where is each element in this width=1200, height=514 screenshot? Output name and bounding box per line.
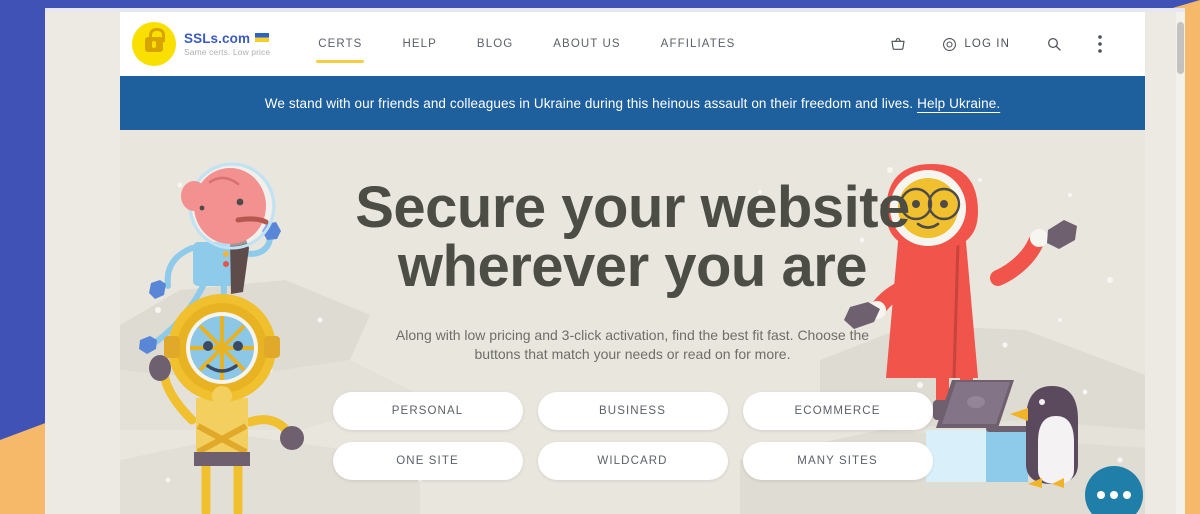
site-logo[interactable]: SSLs.com Same certs. Low price (132, 22, 270, 66)
padlock-icon (132, 22, 176, 66)
header-actions: LOG IN (872, 12, 1120, 76)
shopping-basket-icon (890, 36, 906, 52)
hero-section: Secure your website wherever you are Alo… (120, 130, 1145, 514)
user-circle-icon (942, 37, 957, 52)
chat-dot (1097, 491, 1105, 499)
chat-dot (1123, 491, 1131, 499)
login-button[interactable]: LOG IN (924, 12, 1028, 76)
button-wildcard[interactable]: WILDCARD (537, 441, 728, 480)
search-button[interactable] (1028, 12, 1080, 76)
vertical-scrollbar-track[interactable] (1176, 12, 1185, 514)
logo-text-block: SSLs.com Same certs. Low price (184, 30, 271, 57)
login-label: LOG IN (964, 38, 1010, 50)
nav-item-about-us[interactable]: ABOUT US (533, 12, 640, 76)
cart-button[interactable] (872, 12, 924, 76)
logo-name: SSLs.com (184, 30, 251, 46)
nav-item-certs[interactable]: CERTS (298, 12, 382, 76)
search-icon (1046, 36, 1062, 52)
ukraine-support-banner: We stand with our friends and colleagues… (120, 76, 1145, 130)
banner-text: We stand with our friends and colleagues… (264, 95, 914, 111)
button-ecommerce[interactable]: ECOMMERCE (742, 391, 933, 430)
web-page: SSLs.com Same certs. Low price CERTS HEL… (120, 12, 1145, 514)
button-personal[interactable]: PERSONAL (332, 391, 523, 430)
kebab-menu-icon (1098, 35, 1102, 53)
site-header: SSLs.com Same certs. Low price CERTS HEL… (120, 12, 1145, 76)
button-one-site[interactable]: ONE SITE (332, 441, 523, 480)
hero-content: Secure your website wherever you are Alo… (120, 130, 1145, 480)
button-many-sites[interactable]: MANY SITES (742, 441, 933, 480)
button-business[interactable]: BUSINESS (537, 391, 728, 430)
ukraine-flag-icon (255, 32, 270, 42)
nav-item-help[interactable]: HELP (382, 12, 456, 76)
desktop-backdrop: SSLs.com Same certs. Low price CERTS HEL… (0, 0, 1200, 514)
nav-item-affiliates[interactable]: AFFILIATES (641, 12, 756, 76)
primary-nav: CERTS HELP BLOG ABOUT US AFFILIATES (298, 12, 755, 76)
hero-category-buttons: PERSONAL BUSINESS ECOMMERCE ONE SITE WIL… (332, 391, 933, 480)
vertical-scrollbar-thumb[interactable] (1177, 22, 1184, 74)
logo-tagline: Same certs. Low price (184, 47, 271, 57)
hero-subtitle: Along with low pricing and 3-click activ… (395, 327, 870, 363)
chat-dot (1110, 491, 1118, 499)
help-ukraine-link[interactable]: Help Ukraine. (917, 96, 1000, 111)
hero-title: Secure your website wherever you are (355, 175, 910, 300)
overflow-menu-button[interactable] (1080, 12, 1120, 76)
nav-item-blog[interactable]: BLOG (457, 12, 533, 76)
browser-window: SSLs.com Same certs. Low price CERTS HEL… (45, 8, 1185, 514)
